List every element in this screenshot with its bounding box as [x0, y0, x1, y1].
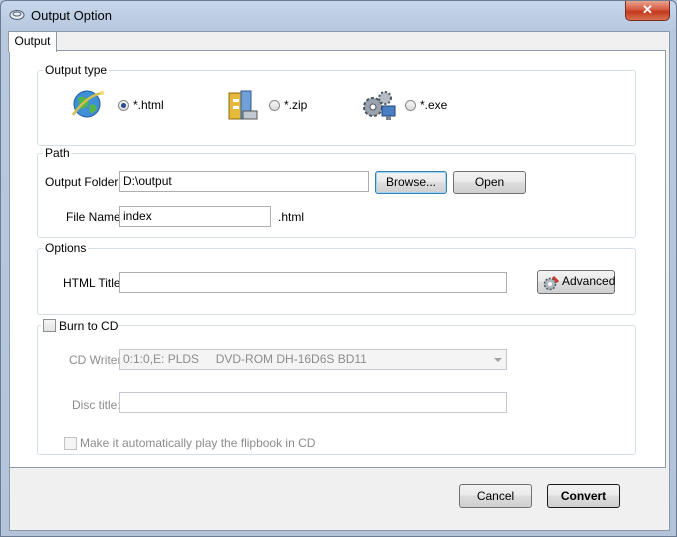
autoplay-label[interactable]: Make it automatically play the flipbook …	[80, 436, 315, 450]
path-legend: Path	[43, 146, 72, 160]
output-type-legend: Output type	[43, 63, 110, 77]
exe-radio-label[interactable]: *.exe	[420, 98, 447, 112]
chevron-down-icon	[494, 358, 502, 362]
app-icon	[9, 10, 25, 20]
burn-to-cd-label[interactable]: Burn to CD	[59, 319, 118, 333]
exe-radio[interactable]	[405, 100, 416, 111]
file-extension-label: .html	[278, 210, 305, 224]
html-radio-label[interactable]: *.html	[133, 98, 164, 112]
close-button[interactable]: ✕	[625, 1, 670, 21]
html-title-label: HTML Title:	[63, 276, 124, 290]
html-radio[interactable]	[118, 100, 129, 111]
cd-writer-value: 0:1:0,E: PLDS DVD-ROM DH-16D6S BD11	[123, 352, 367, 366]
output-tab-panel: Output type *.html *.zip *.exe Path Outp…	[9, 50, 666, 468]
open-button[interactable]: Open	[453, 171, 526, 194]
cd-writer-label: CD Writer	[69, 353, 122, 367]
output-folder-label: Output Folder:	[45, 175, 122, 189]
file-name-label: File Name:	[66, 210, 125, 224]
output-folder-input[interactable]: D:\output	[119, 171, 369, 192]
gears-exe-icon	[363, 91, 396, 120]
autoplay-checkbox[interactable]	[64, 437, 77, 450]
file-name-input[interactable]: index	[119, 206, 271, 227]
path-group: Path Output Folder: D:\output Browse... …	[37, 146, 636, 238]
tab-output[interactable]: Output	[8, 31, 57, 52]
html-title-input[interactable]	[119, 272, 507, 293]
zip-radio-label[interactable]: *.zip	[284, 98, 307, 112]
title-bar[interactable]: Output Option ✕	[1, 1, 676, 31]
globe-icon	[71, 90, 104, 118]
window-title: Output Option	[31, 8, 112, 23]
disc-title-input[interactable]	[119, 392, 507, 413]
gear-brush-icon	[543, 275, 560, 291]
close-icon: ✕	[642, 2, 653, 17]
output-type-group: Output type *.html *.zip *.exe	[37, 63, 636, 146]
advanced-label: Advanced	[562, 274, 616, 288]
zip-radio[interactable]	[269, 100, 280, 111]
burn-group: Burn to CD CD Writer 0:1:0,E: PLDS DVD-R…	[37, 318, 636, 455]
convert-button[interactable]: Convert	[547, 484, 620, 508]
burn-legend: Burn to CD	[41, 318, 118, 334]
burn-to-cd-checkbox[interactable]	[43, 319, 56, 332]
cancel-button[interactable]: Cancel	[459, 484, 532, 508]
advanced-button[interactable]: Advanced	[537, 270, 615, 294]
options-group: Options HTML Title: Advanced	[37, 241, 636, 315]
disc-title-label: Disc title:	[72, 398, 121, 412]
zip-archive-icon	[228, 90, 258, 120]
cd-writer-select[interactable]: 0:1:0,E: PLDS DVD-ROM DH-16D6S BD11	[119, 349, 507, 370]
options-legend: Options	[43, 241, 89, 255]
browse-button[interactable]: Browse...	[375, 171, 447, 194]
